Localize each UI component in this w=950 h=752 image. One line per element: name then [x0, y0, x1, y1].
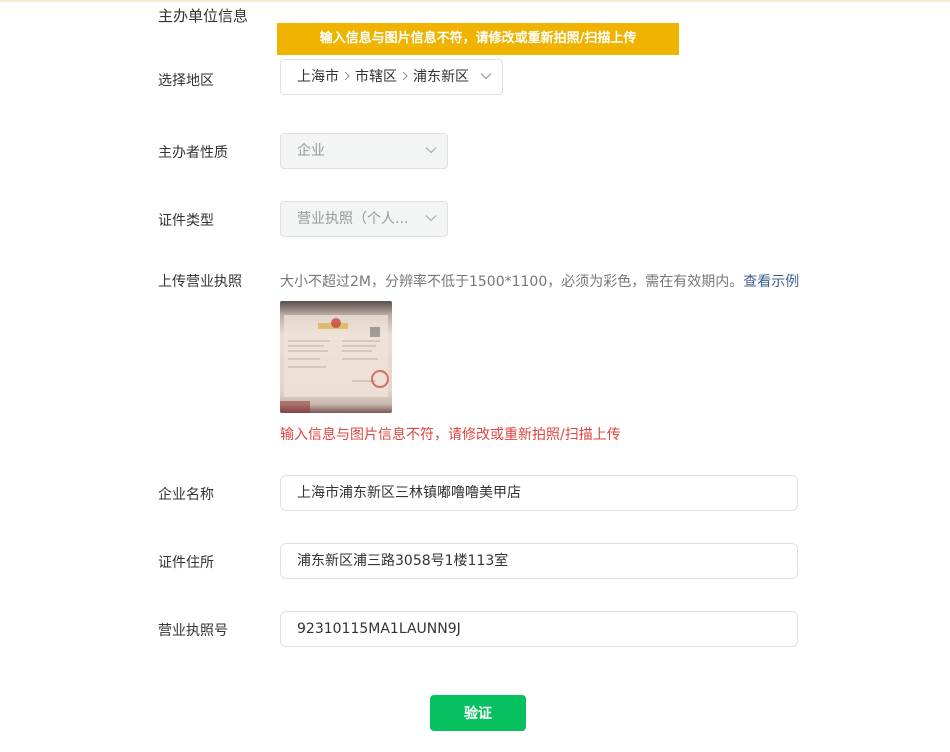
certificate-address-label: 证件住所 [158, 555, 214, 571]
business-license-thumbnail[interactable] [280, 301, 392, 413]
chevron-down-icon [480, 73, 492, 80]
chevron-down-icon [425, 147, 437, 154]
chevron-right-icon [344, 71, 350, 81]
certificate-type-value: 营业执照（个人... [297, 211, 409, 227]
license-number-input[interactable]: 92310115MA1LAUNN9J [280, 611, 798, 647]
license-number-label: 营业执照号 [158, 623, 228, 639]
region-province: 上海市 [297, 69, 339, 85]
region-select[interactable]: 上海市 市辖区 浦东新区 [280, 59, 503, 95]
certificate-address-input[interactable]: 浦东新区浦三路3058号1楼113室 [280, 543, 798, 579]
license-photo-image [280, 301, 392, 413]
error-toast: 输入信息与图片信息不符，请修改或重新拍照/扫描上传 [277, 23, 679, 55]
region-label: 选择地区 [158, 73, 214, 89]
company-name-input[interactable]: 上海市浦东新区三林镇嘟噜噜美甲店 [280, 475, 798, 511]
chevron-down-icon [425, 215, 437, 222]
certificate-type-label: 证件类型 [158, 213, 214, 229]
top-border [0, 0, 950, 2]
organizer-nature-select[interactable]: 企业 [280, 133, 448, 169]
section-title: 主办单位信息 [158, 7, 249, 25]
verify-button[interactable]: 验证 [430, 695, 526, 731]
region-city: 市辖区 [355, 69, 397, 85]
organizer-nature-value: 企业 [297, 143, 325, 159]
certificate-type-select[interactable]: 营业执照（个人... [280, 201, 448, 237]
region-district: 浦东新区 [413, 69, 469, 85]
chevron-right-icon [402, 71, 408, 81]
upload-error-message: 输入信息与图片信息不符，请修改或重新拍照/扫描上传 [280, 427, 621, 443]
view-example-link[interactable]: 查看示例 [743, 274, 799, 290]
upload-hint: 大小不超过2M，分辨率不低于1500*1100，必须为彩色，需在有效期内。查看示… [280, 271, 799, 291]
upload-hint-text: 大小不超过2M，分辨率不低于1500*1100，必须为彩色，需在有效期内。 [280, 274, 744, 290]
organizer-nature-label: 主办者性质 [158, 145, 228, 161]
upload-license-label: 上传营业执照 [158, 274, 242, 290]
company-name-label: 企业名称 [158, 487, 214, 503]
